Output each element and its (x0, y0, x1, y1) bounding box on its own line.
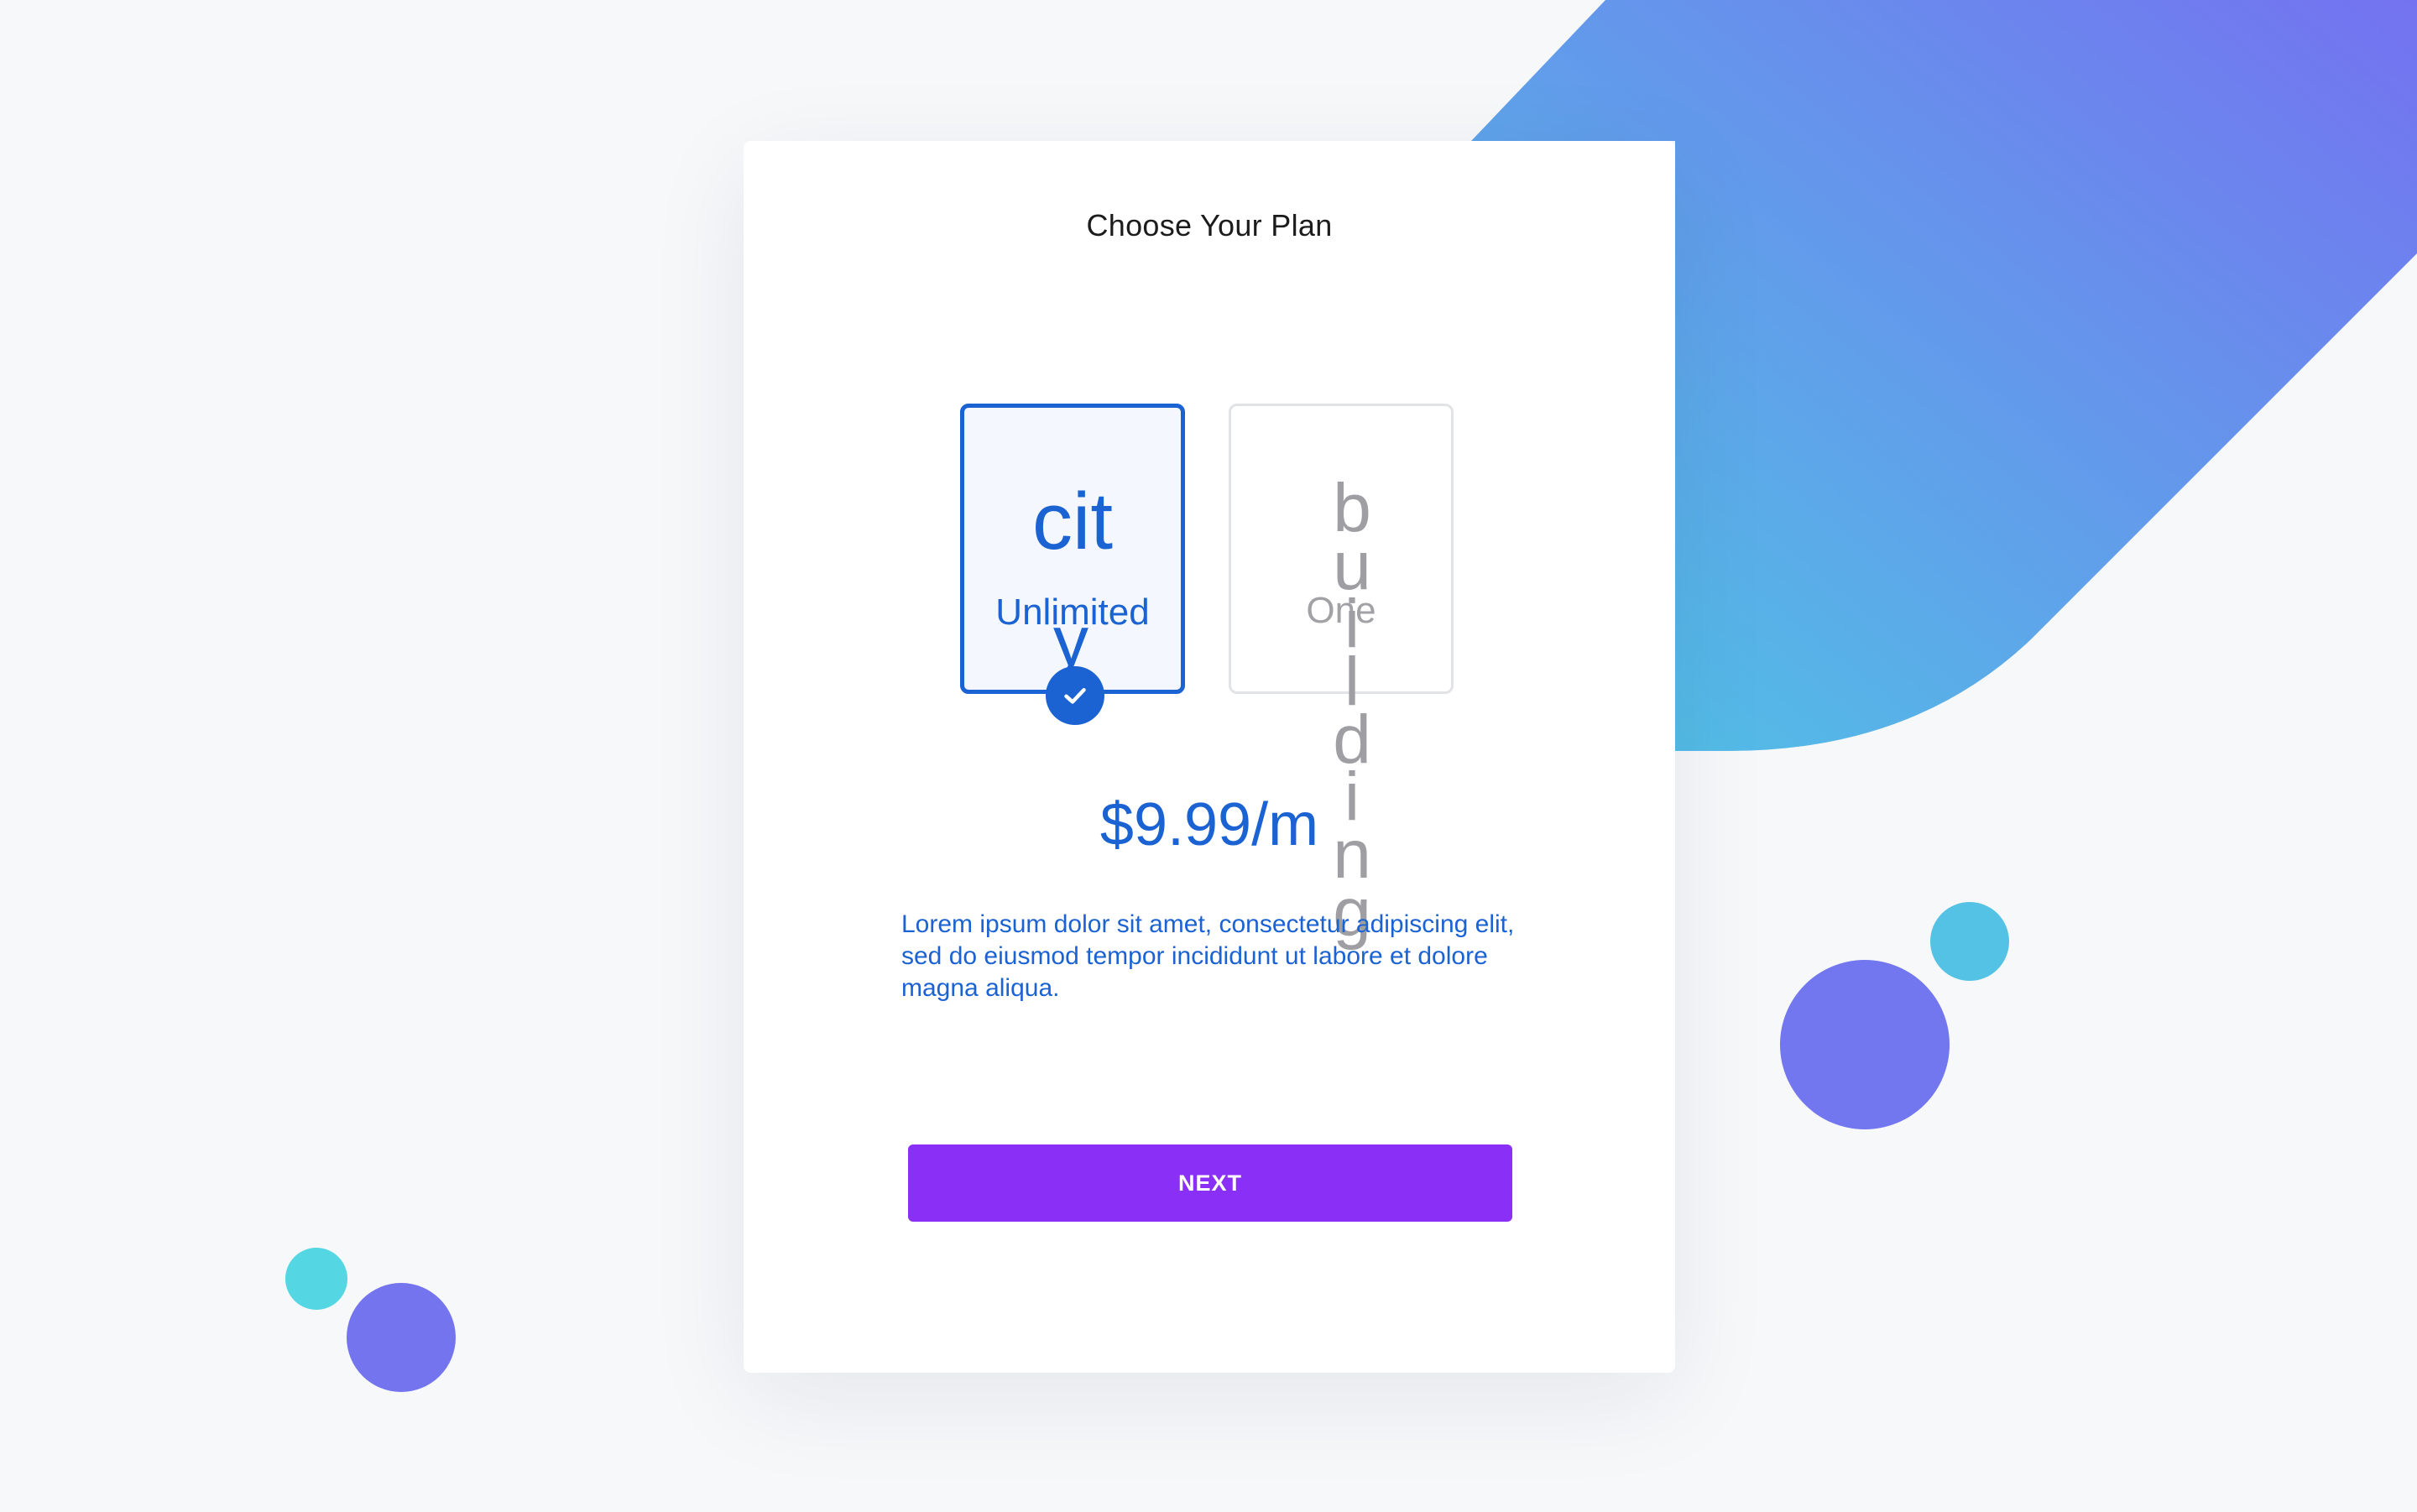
plan-option-one[interactable]: One building (1229, 404, 1454, 947)
decorative-circle (1930, 902, 2009, 981)
city-icon-text: cit (1032, 477, 1113, 566)
page-title: Choose Your Plan (1086, 208, 1333, 242)
plan-price: $9.99/m (1099, 791, 1319, 858)
city-icon: cit y (964, 482, 1181, 677)
plan-option-unlimited[interactable]: cit y Unlimited (960, 404, 1185, 694)
decorative-circle (285, 1248, 347, 1310)
decorative-circle (347, 1283, 456, 1392)
plan-description: Lorem ipsum dolor sit amet, consectetur … (901, 910, 1515, 1002)
check-icon (1046, 666, 1104, 725)
next-button[interactable]: NEXT (908, 1144, 1512, 1222)
building-icon: building (1318, 474, 1386, 947)
plan-card: Choose Your Plan cit y Unlimited One bui… (744, 141, 1675, 1373)
plan-label: Unlimited (995, 592, 1150, 633)
decorative-circle (1780, 960, 1950, 1129)
